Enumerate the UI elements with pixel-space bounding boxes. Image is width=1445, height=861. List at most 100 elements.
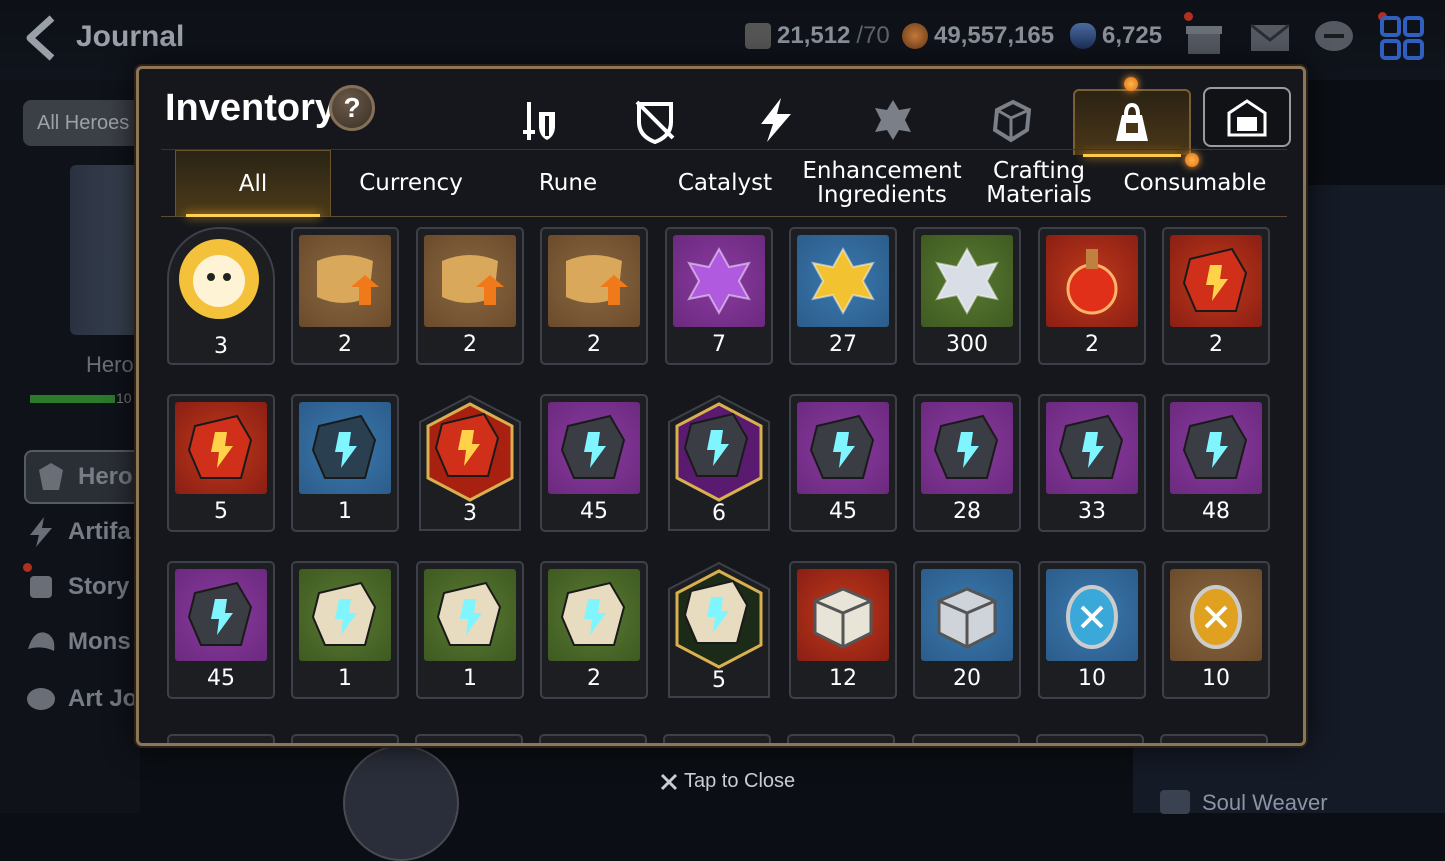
nav-item-hero[interactable]: Hero (24, 450, 146, 504)
inventory-item-purple-crystal-flower[interactable]: 7 (665, 227, 773, 365)
subtab-catalyst[interactable]: Catalyst (647, 150, 803, 216)
soul-weaver-icon (1160, 790, 1190, 814)
nav-item-label: Hero (78, 463, 133, 490)
inventory-item-purple-stone-boot[interactable]: 45 (167, 561, 275, 699)
item-count: 28 (953, 499, 981, 524)
gift-shop-button[interactable] (1182, 16, 1226, 60)
nav-item-label: Story (68, 573, 130, 600)
item-count: 10 (1078, 666, 1106, 691)
inventory-item-silver-crystal-flower[interactable]: 300 (913, 227, 1021, 365)
inventory-item-purple-stone-sword[interactable]: 48 (1162, 394, 1270, 532)
mail-button[interactable] (1248, 16, 1292, 60)
inventory-item-upgrade-scroll-a[interactable]: 2 (416, 227, 524, 365)
nav-item-artifact[interactable]: Artifa (24, 507, 131, 557)
red-stone-hammer-icon (175, 402, 267, 494)
hero-icon (39, 463, 63, 490)
inventory-item-gold-coin[interactable]: 10 (1162, 561, 1270, 699)
chat-button[interactable] (1312, 16, 1356, 60)
crystal-value: 6,725 (1102, 22, 1163, 49)
inventory-item-phantasma-coin[interactable]: 3 (167, 227, 275, 365)
subtab-all[interactable]: All (175, 150, 331, 217)
nav-item-story[interactable]: Story (24, 562, 129, 612)
item-count: 6 (712, 501, 726, 526)
inventory-item-red-stone-hammer[interactable]: 5 (167, 394, 275, 532)
subtab-rune[interactable]: Rune (490, 150, 646, 216)
stamina-max: /70 (856, 22, 890, 49)
item-count: 45 (580, 499, 608, 524)
modal-title: Inventory (165, 87, 337, 129)
inventory-item-silver-treasure-box[interactable]: 20 (913, 561, 1021, 699)
hero-avatar (343, 745, 459, 861)
subtab-crafting-materials[interactable]: Crafting Materials (961, 150, 1117, 216)
item-count: 5 (214, 499, 228, 524)
purple-stone-hammer-icon (1046, 402, 1138, 494)
item-slot-partial[interactable] (1160, 734, 1268, 743)
red-hex-stone-star-icon (422, 400, 514, 492)
item-slot-partial[interactable] (663, 734, 771, 743)
item-slot-partial[interactable] (167, 734, 275, 743)
class-filter-soul-weaver[interactable]: Soul Weaver (1160, 790, 1328, 816)
weapon-armor-icon (523, 102, 555, 140)
tab-broken-equipment[interactable] (605, 89, 705, 151)
inventory-item-red-hex-stone-star[interactable]: 3 (416, 394, 524, 532)
silver-crystal-flower-icon (921, 235, 1013, 327)
item-count: 10 (1202, 666, 1230, 691)
inventory-item-upgrade-scroll-b[interactable]: 2 (540, 227, 648, 365)
inventory-item-green-hex-stone-star[interactable]: 5 (665, 561, 773, 699)
item-slot-partial[interactable] (1036, 734, 1144, 743)
inventory-item-green-stone-helmet[interactable]: 2 (540, 561, 648, 699)
blue-rune-hammer-icon (299, 402, 391, 494)
inventory-item-green-stone-wing[interactable]: 1 (291, 561, 399, 699)
inventory-item-gold-crystal-flower[interactable]: 27 (789, 227, 897, 365)
item-count: 1 (338, 666, 352, 691)
nav-item-art-journal[interactable]: Art Jo (24, 674, 137, 724)
inventory-item-purple-stone-wing[interactable]: 45 (540, 394, 648, 532)
subtab-enhancement-ingredients[interactable]: Enhancement Ingredients (802, 150, 961, 216)
item-count: 45 (829, 499, 857, 524)
inventory-item-purple-stone-hammer[interactable]: 33 (1038, 394, 1146, 532)
item-slot-partial[interactable] (291, 734, 399, 743)
item-slot-partial[interactable] (415, 734, 523, 743)
green-stone-helmet-icon (548, 569, 640, 661)
inventory-item-red-stone-slash[interactable]: 2 (1162, 227, 1270, 365)
inventory-item-green-stone-sword[interactable]: 1 (416, 561, 524, 699)
tap-to-close-button[interactable]: Tap to Close (660, 770, 795, 793)
inventory-item-blue-rune-hammer[interactable]: 1 (291, 394, 399, 532)
inventory-item-rainbow-scroll[interactable]: 2 (291, 227, 399, 365)
upgrade-scroll-a-icon (424, 235, 516, 327)
item-count: 33 (1078, 499, 1106, 524)
item-slot-partial[interactable] (787, 734, 895, 743)
item-slot-partial[interactable] (912, 734, 1020, 743)
stamina-icon (745, 23, 771, 49)
blue-coin-icon (1046, 569, 1138, 661)
rune-gear-icon (875, 100, 911, 140)
inventory-item-gold-treasure-box[interactable]: 12 (789, 561, 897, 699)
item-count: 2 (1085, 332, 1099, 357)
lightning-icon (761, 98, 791, 142)
tab-inventory-bag[interactable] (1073, 89, 1191, 157)
hero-filter-dropdown[interactable]: All Heroes (23, 100, 143, 146)
menu-button[interactable] (1380, 16, 1424, 60)
inventory-item-purple-stone-armor[interactable]: 45 (789, 394, 897, 532)
tab-material[interactable] (961, 89, 1061, 151)
inventory-item-blue-coin[interactable]: 10 (1038, 561, 1146, 699)
inventory-item-purple-hex-stone-star[interactable]: 6 (665, 394, 773, 532)
item-slot-partial[interactable] (539, 734, 647, 743)
tab-artifact[interactable] (725, 89, 825, 151)
item-count: 1 (463, 666, 477, 691)
back-button[interactable] (22, 14, 62, 62)
tab-rune[interactable] (843, 89, 943, 151)
help-button[interactable]: ? (329, 85, 375, 131)
tab-equipment[interactable] (489, 89, 589, 151)
item-count: 300 (946, 332, 988, 357)
exchange-shop-button[interactable] (1203, 87, 1291, 147)
subtab-currency[interactable]: Currency (333, 150, 489, 216)
soul-weaver-label: Soul Weaver (1202, 790, 1328, 815)
inventory-item-red-potion[interactable]: 2 (1038, 227, 1146, 365)
nav-item-monster[interactable]: Mons (24, 617, 131, 667)
broken-shield-icon (635, 100, 675, 144)
chevron-left-icon (26, 15, 55, 61)
inventory-item-purple-stone-slash[interactable]: 28 (913, 394, 1021, 532)
chat-icon (1315, 21, 1353, 51)
item-count: 27 (829, 332, 857, 357)
